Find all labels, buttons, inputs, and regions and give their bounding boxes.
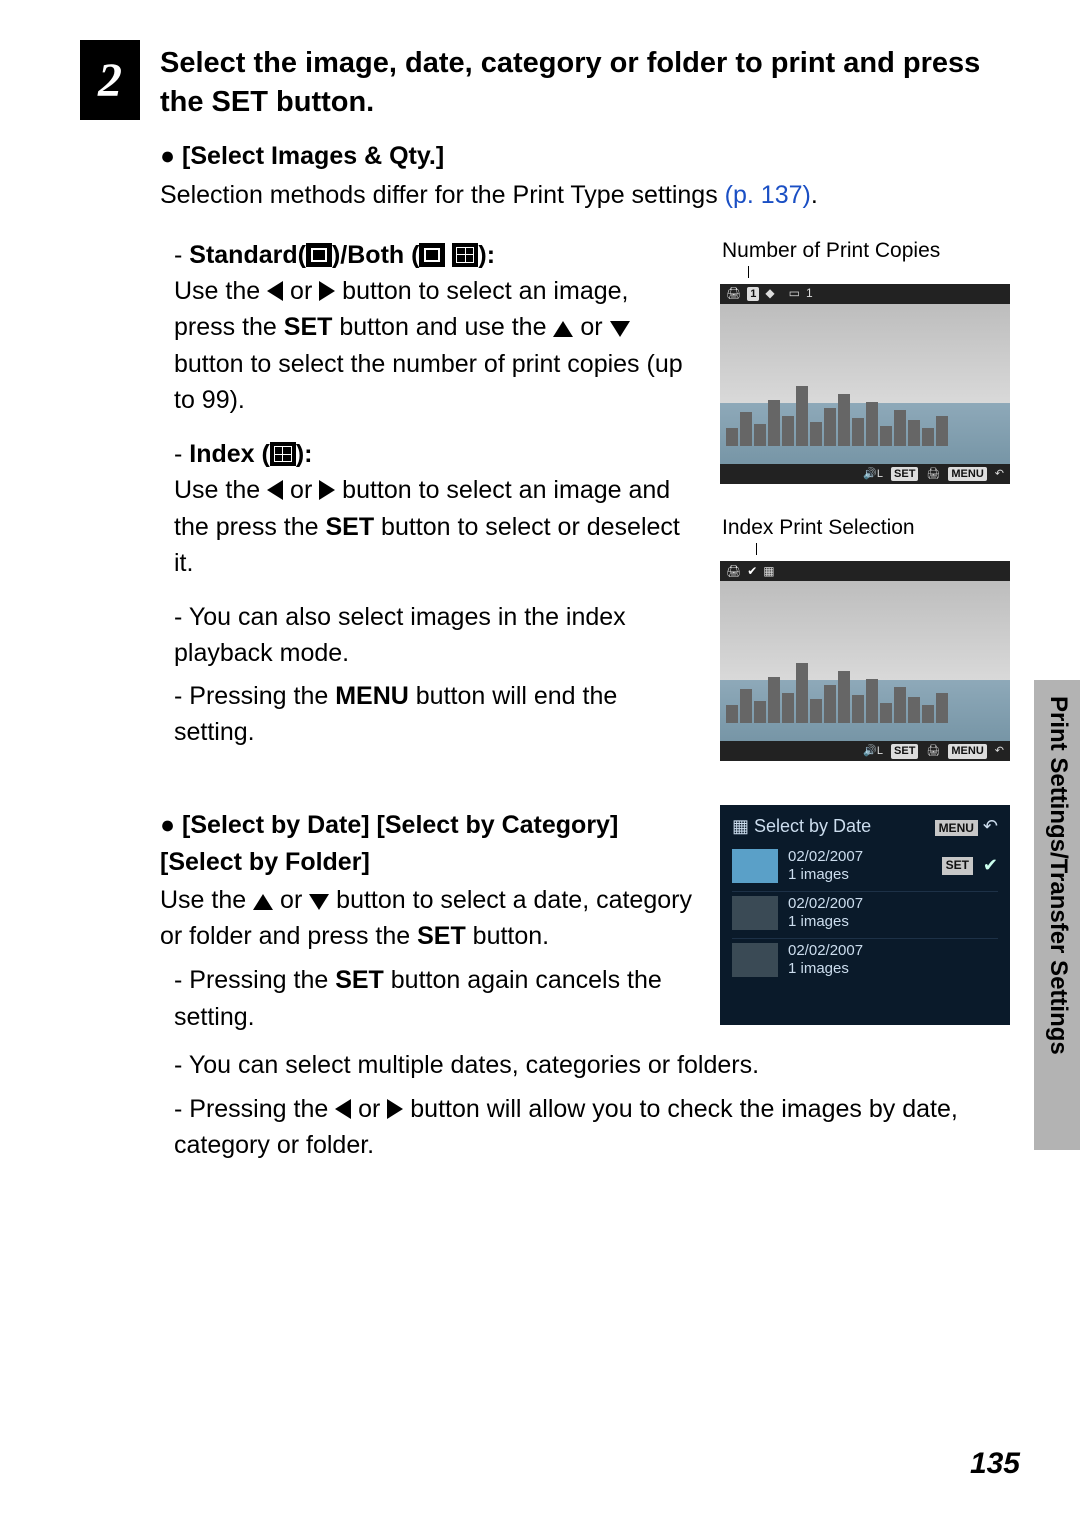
left-arrow-icon [267,480,283,500]
thumbnail [732,896,778,930]
index-description: Use the or button to select an image and… [174,472,694,581]
date-row: 02/02/20071 images [732,939,998,985]
section-select-by-heading: [Select by Date] [Select by Category] [S… [160,807,694,880]
lcd-preview-index: 🖨✔▦ 🔊LSET🖨MENU↶ [720,561,1010,761]
right-arrow-icon [387,1099,403,1119]
section-select-images-heading: [Select Images & Qty.] [160,138,1020,174]
note-index-playback: You can also select images in the index … [174,599,694,672]
note-multiple-select: You can select multiple dates, categorie… [174,1047,1020,1083]
left-arrow-icon [267,281,283,301]
side-tab-print-settings: Print Settings/Transfer Settings [1034,680,1080,1150]
index-icon [452,243,478,267]
date-row: 02/02/20071 images [732,892,998,939]
set-badge: SET [942,857,973,875]
page-ref-link[interactable]: (p. 137) [725,181,811,209]
up-arrow-icon [553,321,573,337]
left-arrow-icon [335,1099,351,1119]
step-title: Select the image, date, category or fold… [160,40,1020,122]
down-arrow-icon [309,894,329,910]
row-text: 02/02/20071 images [788,895,998,931]
check-icon: ✔ [983,854,998,877]
note-menu-end: Pressing the MENU button will end the se… [174,678,694,751]
caption-index-selection: Index Print Selection [720,514,1020,541]
caption-print-copies: Number of Print Copies [720,237,1020,264]
up-arrow-icon [253,894,273,910]
section2-paragraph: Use the or button to select a date, cate… [160,882,694,955]
lcd-select-by-date: ▦ Select by Date MENU ↶ 02/02/20071 imag… [720,805,1010,1025]
thumbnail [732,943,778,977]
row-text: 02/02/20071 images [788,942,998,978]
step-number-badge: 2 [80,40,140,120]
standard-icon [419,243,445,267]
page-number: 135 [970,1447,1020,1481]
section1-paragraph: Selection methods differ for the Print T… [160,177,1020,213]
note-check-images: Pressing the or button will allow you to… [174,1091,1020,1164]
standard-both-heading: Standard()/Both ( ): [174,237,694,273]
down-arrow-icon [610,321,630,337]
right-arrow-icon [319,480,335,500]
row-text: 02/02/20071 images [788,848,932,884]
standard-description: Use the or button to select an image, pr… [174,273,694,418]
standard-icon [306,243,332,267]
date-row: 02/02/20071 images SET ✔ [732,845,998,892]
lcd-preview-standard: 🖨1◆ ▭1 🔊LSET🖨MENU↶ [720,284,1010,484]
index-icon [270,442,296,466]
note-set-cancel: Pressing the SET button again cancels th… [174,962,694,1035]
index-heading: Index (): [174,436,694,472]
thumbnail [732,849,778,883]
right-arrow-icon [319,281,335,301]
